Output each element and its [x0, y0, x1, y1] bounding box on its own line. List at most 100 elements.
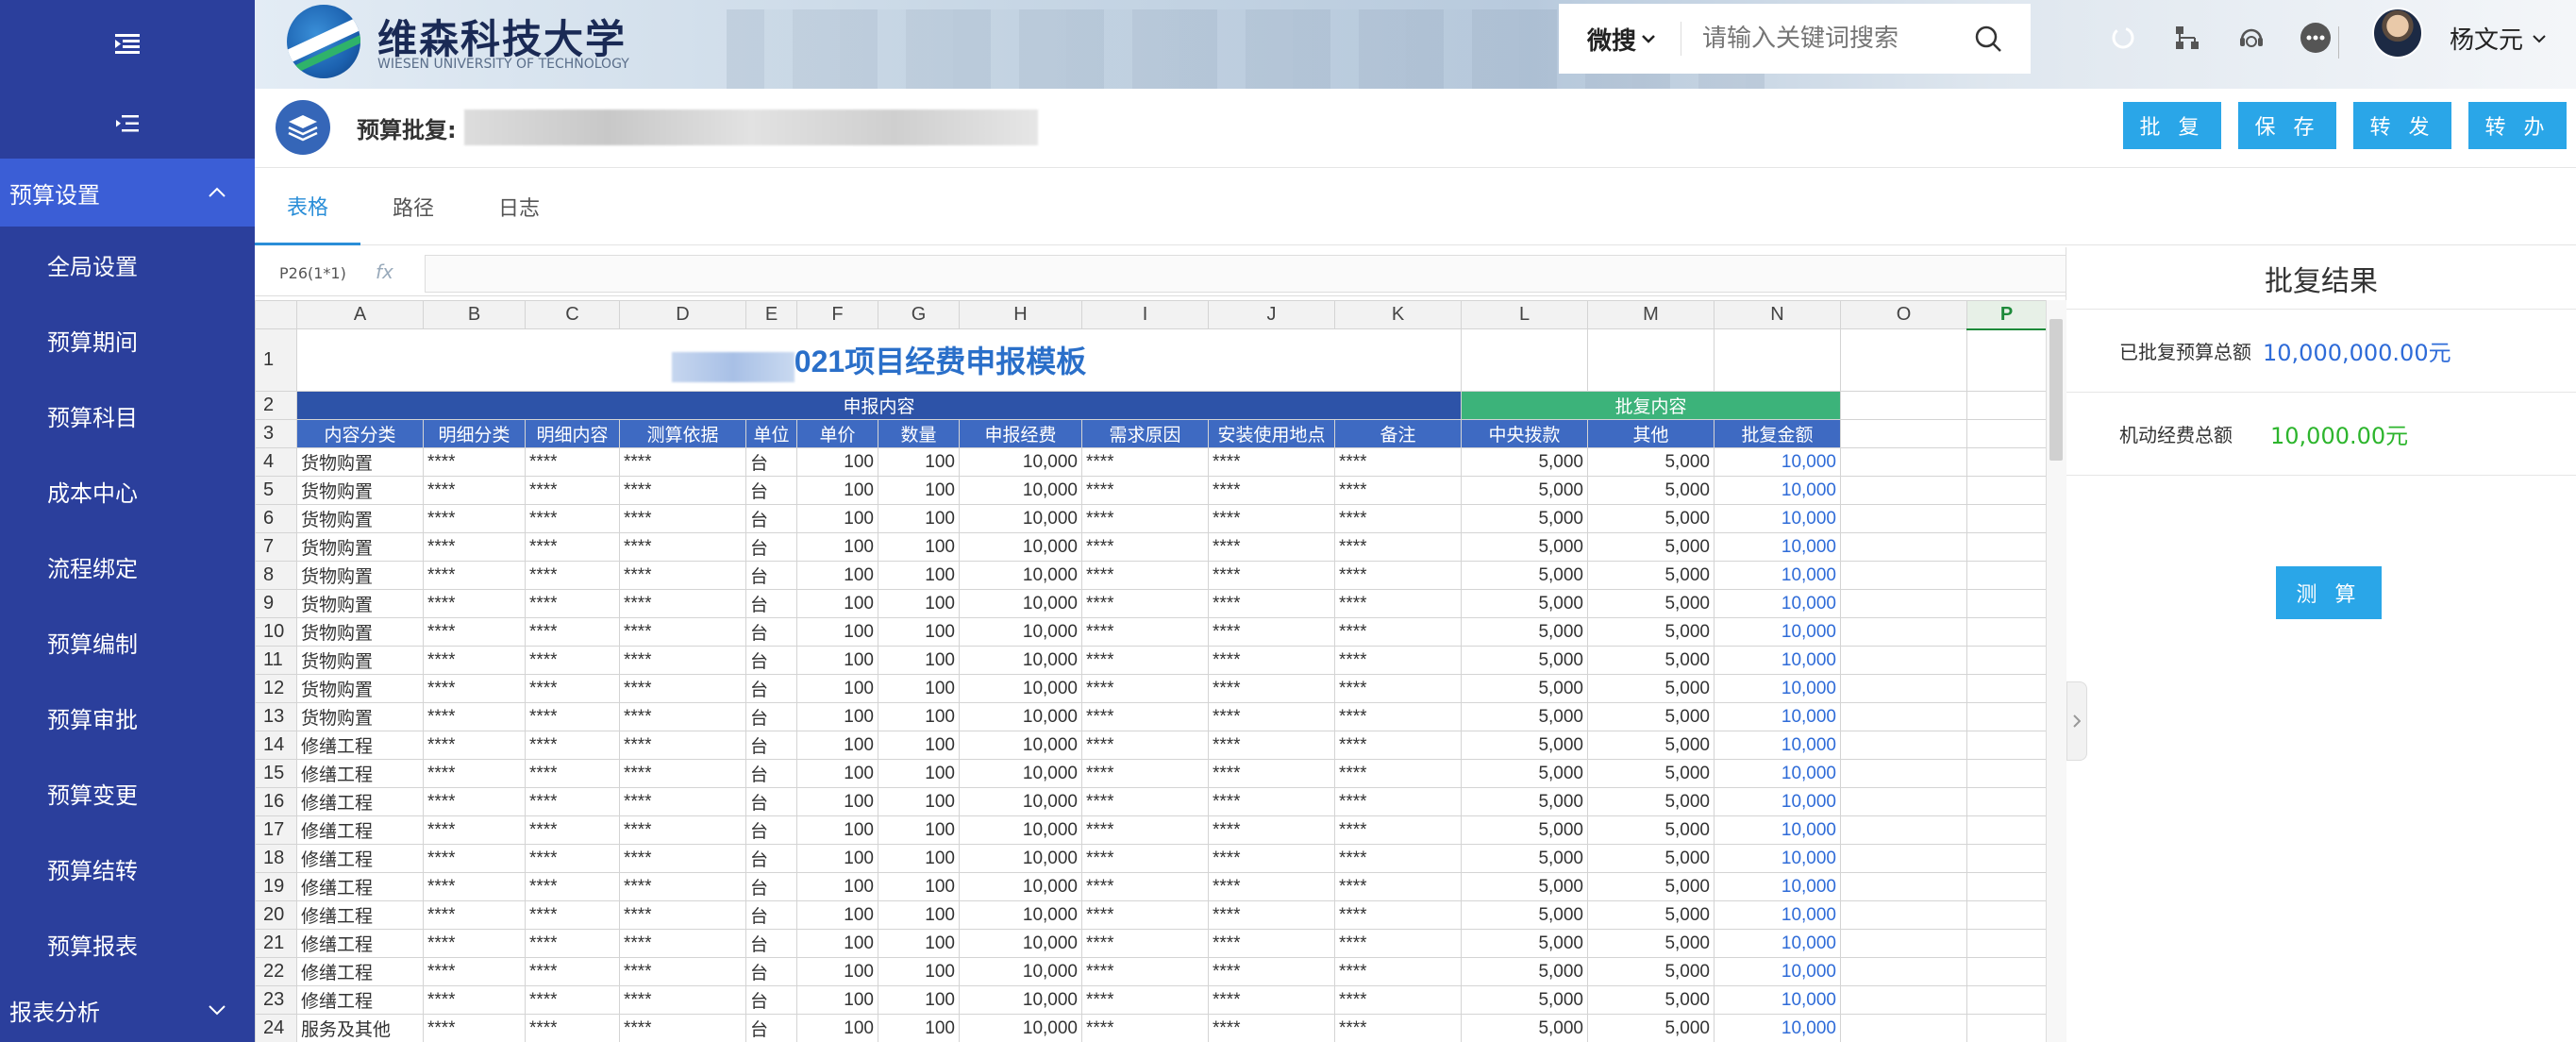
grid-cell[interactable]: 货物购置 — [296, 476, 424, 505]
grid-cell[interactable]: 10,000 — [959, 957, 1082, 986]
vertical-scrollbar[interactable] — [2046, 300, 2066, 1042]
grid-cell[interactable] — [1840, 419, 1967, 448]
grid-cell[interactable]: **** — [1334, 674, 1462, 703]
grid-cell[interactable] — [1840, 328, 1967, 392]
column-header[interactable] — [255, 300, 297, 329]
grid-cell[interactable]: 100 — [796, 447, 878, 477]
grid-cell[interactable]: 10,000 — [1714, 532, 1841, 562]
field-header[interactable]: 申报经费 — [959, 419, 1082, 448]
grid-cell[interactable]: 台 — [745, 985, 797, 1015]
grid-cell[interactable]: 5,000 — [1461, 476, 1588, 505]
grid-cell[interactable]: 100 — [878, 929, 960, 958]
grid-container[interactable]: A B C D E F G H I J K L M N O P 1 021项目经费申报模板 2 申报内容 批复内容 3 内容… — [255, 300, 2066, 1042]
grid-cell[interactable]: 5,000 — [1587, 900, 1715, 930]
grid-cell[interactable]: 10,000 — [959, 561, 1082, 590]
grid-cell[interactable]: **** — [525, 957, 620, 986]
grid-cell[interactable]: 100 — [796, 759, 878, 788]
grid-cell[interactable] — [1966, 872, 2047, 901]
function-icon[interactable]: fx — [376, 260, 393, 283]
grid-cell[interactable] — [1966, 731, 2047, 760]
grid-cell[interactable]: 5,000 — [1461, 787, 1588, 816]
grid-cell[interactable]: 100 — [878, 759, 960, 788]
grid-cell[interactable]: 5,000 — [1461, 900, 1588, 930]
grid-cell[interactable] — [1966, 929, 2047, 958]
grid-cell[interactable]: **** — [423, 532, 526, 562]
grid-cell[interactable]: **** — [423, 1014, 526, 1042]
more-icon[interactable] — [2297, 19, 2334, 57]
row-header[interactable]: 5 — [255, 476, 297, 505]
grid-cell[interactable]: 服务及其他 — [296, 1014, 424, 1042]
grid-cell[interactable] — [1966, 561, 2047, 590]
grid-cell[interactable]: 10,000 — [959, 985, 1082, 1015]
grid-cell[interactable]: 台 — [745, 872, 797, 901]
sidebar-toggle[interactable] — [0, 89, 255, 159]
grid-cell[interactable]: 10,000 — [1714, 985, 1841, 1015]
grid-cell[interactable]: **** — [1208, 985, 1335, 1015]
grid-cell[interactable]: 10,000 — [959, 447, 1082, 477]
grid-cell[interactable]: 10,000 — [959, 702, 1082, 731]
search-icon[interactable] — [1974, 25, 2002, 53]
grid-cell[interactable]: **** — [423, 844, 526, 873]
grid-cell[interactable] — [1966, 787, 2047, 816]
grid-cell[interactable]: 台 — [745, 702, 797, 731]
grid-cell[interactable]: **** — [525, 985, 620, 1015]
grid-cell[interactable]: 台 — [745, 731, 797, 760]
grid-cell[interactable]: 100 — [796, 561, 878, 590]
grid-cell[interactable]: **** — [619, 447, 746, 477]
grid-cell[interactable]: **** — [619, 787, 746, 816]
grid-cell[interactable]: 100 — [796, 787, 878, 816]
grid-cell[interactable]: **** — [1334, 957, 1462, 986]
field-header[interactable]: 内容分类 — [296, 419, 424, 448]
field-header[interactable]: 备注 — [1334, 419, 1462, 448]
row-header[interactable]: 7 — [255, 532, 297, 562]
grid-cell[interactable]: **** — [423, 957, 526, 986]
grid-cell[interactable]: **** — [525, 447, 620, 477]
grid-cell[interactable]: **** — [1334, 476, 1462, 505]
row-header[interactable]: 15 — [255, 759, 297, 788]
grid-cell[interactable]: 10,000 — [1714, 504, 1841, 533]
column-header[interactable]: M — [1587, 300, 1715, 329]
column-header[interactable]: G — [878, 300, 960, 329]
grid-cell[interactable]: **** — [423, 504, 526, 533]
grid-cell[interactable]: 货物购置 — [296, 702, 424, 731]
grid-cell[interactable] — [1840, 532, 1967, 562]
grid-cell[interactable] — [1840, 561, 1967, 590]
grid-cell[interactable]: 5,000 — [1587, 504, 1715, 533]
grid-cell[interactable]: 修缮工程 — [296, 731, 424, 760]
column-header[interactable]: C — [525, 300, 620, 329]
grid-cell[interactable]: **** — [1334, 985, 1462, 1015]
grid-cell[interactable]: **** — [1208, 561, 1335, 590]
grid-cell[interactable]: **** — [525, 929, 620, 958]
grid-cell[interactable] — [1840, 815, 1967, 845]
grid-cell[interactable]: **** — [1334, 504, 1462, 533]
grid-cell[interactable]: 10,000 — [1714, 1014, 1841, 1042]
grid-cell[interactable]: 5,000 — [1587, 702, 1715, 731]
grid-cell[interactable]: 修缮工程 — [296, 787, 424, 816]
grid-cell[interactable]: **** — [1081, 731, 1209, 760]
grid-cell[interactable] — [1966, 674, 2047, 703]
grid-cell[interactable]: 台 — [745, 561, 797, 590]
grid-cell[interactable]: **** — [1208, 731, 1335, 760]
grid-cell[interactable]: 货物购置 — [296, 504, 424, 533]
grid-cell[interactable]: **** — [525, 504, 620, 533]
column-header[interactable]: J — [1208, 300, 1335, 329]
grid-cell[interactable]: 10,000 — [1714, 561, 1841, 590]
grid-cell[interactable]: **** — [525, 702, 620, 731]
grid-cell[interactable]: 台 — [745, 844, 797, 873]
grid-cell[interactable]: **** — [1208, 759, 1335, 788]
grid-cell[interactable]: **** — [1208, 447, 1335, 477]
grid-cell[interactable]: 10,000 — [959, 589, 1082, 618]
row-header[interactable]: 16 — [255, 787, 297, 816]
grid-cell[interactable]: 10,000 — [1714, 589, 1841, 618]
grid-cell[interactable]: **** — [423, 589, 526, 618]
grid-cell[interactable]: **** — [525, 815, 620, 845]
grid-cell[interactable] — [1840, 900, 1967, 930]
grid-cell[interactable]: **** — [1208, 844, 1335, 873]
grid-cell[interactable] — [1840, 985, 1967, 1015]
grid-cell[interactable]: 100 — [796, 844, 878, 873]
grid-cell[interactable] — [1840, 646, 1967, 675]
row-header[interactable]: 2 — [255, 391, 297, 420]
grid-cell[interactable]: 10,000 — [959, 646, 1082, 675]
grid-cell[interactable]: **** — [1208, 646, 1335, 675]
sidebar-item-budget-report[interactable]: 预算报表 — [0, 906, 255, 982]
